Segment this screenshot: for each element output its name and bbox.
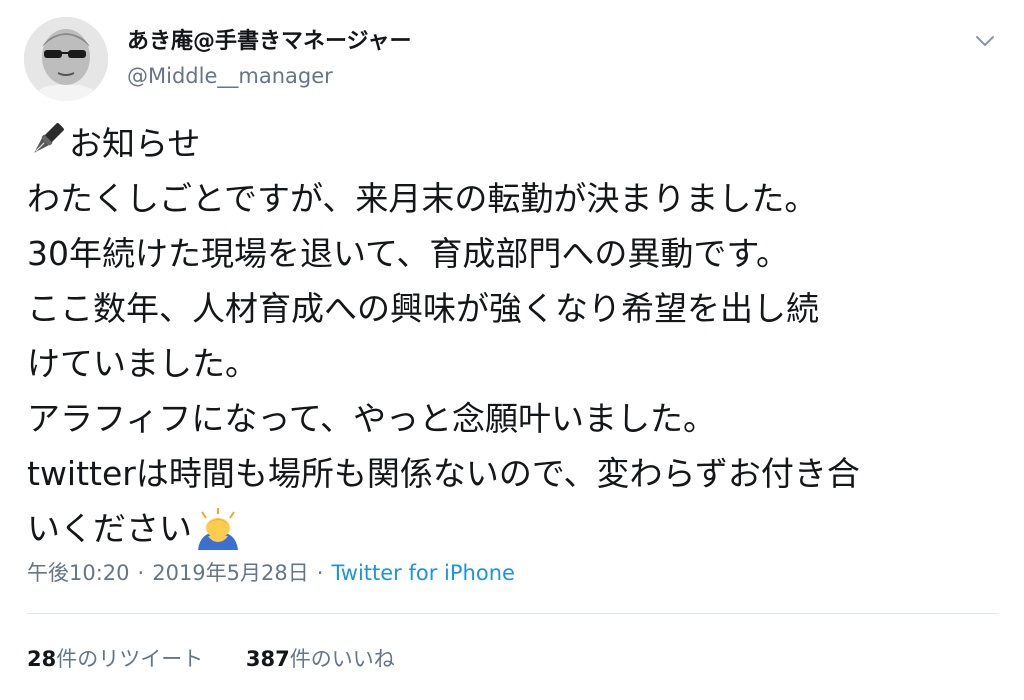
tweet-line: いください	[27, 501, 1007, 556]
tweet-time[interactable]: 午後10:20	[27, 561, 130, 585]
retweets-count: 28	[27, 647, 57, 671]
tweet-line: アラフィフになって、やっと念願叶いました。	[27, 399, 717, 438]
tweet-text: お知らせ わたくしごとですが、来月末の転勤が決まりました。 30年続けた現場を退…	[27, 116, 1007, 556]
likes-count: 387	[245, 647, 290, 671]
tweet-line: 30年続けた現場を退いて、育成部門への異動です。	[27, 234, 790, 273]
meta-separator: ·	[137, 561, 145, 585]
likes-stat[interactable]: 387件のいいね	[246, 644, 395, 674]
tweet-line: お知らせ	[27, 116, 1007, 171]
tweet-line: ここ数年、人材育成への興味が強くなり希望を出し続	[27, 289, 819, 328]
display-name[interactable]: あき庵@手書きマネージャー	[127, 28, 411, 56]
retweets-label: 件のリツイート	[56, 647, 204, 671]
meta-separator: ·	[316, 561, 324, 585]
chevron-down-icon	[976, 36, 994, 46]
tweet-line: わたくしごとですが、来月末の転勤が決まりました。	[27, 179, 818, 218]
tweet-line: けていました。	[27, 344, 258, 383]
person-bowing-icon	[194, 506, 242, 550]
divider	[27, 613, 998, 614]
likes-label: 件のいいね	[289, 647, 395, 671]
fountain-pen-icon	[27, 120, 67, 160]
tweet-date[interactable]: 2019年5月28日	[152, 561, 309, 585]
tweet-line-text: いください	[27, 509, 192, 548]
tweet-card: あき庵@手書きマネージャー @Middle__manager お知らせ わたくし…	[0, 0, 1024, 700]
avatar[interactable]	[24, 17, 108, 101]
tweet-menu-button[interactable]	[970, 30, 1000, 52]
tweet-stats: 28件のリツイート 387件のいいね	[27, 644, 395, 674]
tweet-line-text: お知らせ	[69, 124, 201, 163]
source-link[interactable]: Twitter for iPhone	[331, 561, 515, 585]
user-handle[interactable]: @Middle__manager	[127, 62, 333, 90]
tweet-meta: 午後10:20 · 2019年5月28日 · Twitter for iPhone	[27, 558, 515, 588]
avatar-image	[24, 17, 108, 101]
tweet-line: twitterは時間も場所も関係ないので、変わらずお付き合	[27, 454, 860, 493]
retweets-stat[interactable]: 28件のリツイート	[27, 644, 203, 674]
